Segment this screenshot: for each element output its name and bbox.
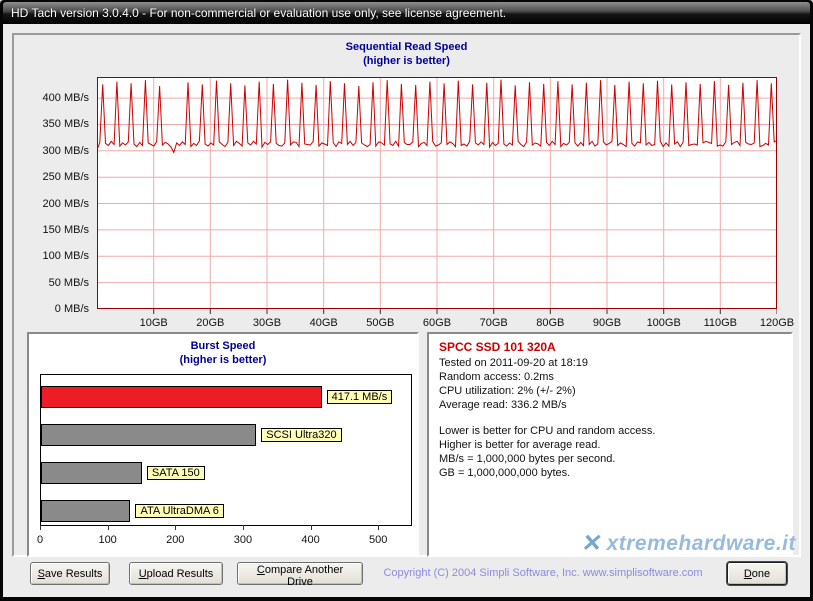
seq-x-tick-label: 20GB xyxy=(196,317,224,329)
burst-speed-panel: Burst Speed (higher is better) 417.1 MB/… xyxy=(27,332,419,557)
burst-bar-label: SATA 150 xyxy=(147,466,205,480)
burst-bar-label: SCSI Ultra320 xyxy=(261,428,341,442)
burst-chart-subtitle: (higher is better) xyxy=(29,354,417,366)
copyright-text: Copyright (C) 2004 Simpli Software, Inc.… xyxy=(363,567,723,579)
burst-chart-title: Burst Speed xyxy=(29,340,417,352)
seq-y-tick-label: 0 MB/s xyxy=(55,303,89,315)
burst-x-tick-label: 300 xyxy=(234,534,252,546)
seq-x-tick-label: 110GB xyxy=(704,317,737,329)
burst-x-tick xyxy=(175,525,176,530)
burst-bar xyxy=(41,424,256,446)
seq-x-tick-label: 40GB xyxy=(310,317,338,329)
window-title: HD Tach version 3.0.4.0 - For non-commer… xyxy=(3,6,506,20)
note-line: Higher is better for average read. xyxy=(439,438,781,452)
burst-x-tick xyxy=(243,525,244,530)
seq-y-tick-label: 150 MB/s xyxy=(43,224,89,236)
done-button[interactable]: Done xyxy=(727,562,787,585)
burst-x-tick xyxy=(311,525,312,530)
info-line: Average read: 336.2 MB/s xyxy=(439,398,781,412)
seq-y-tick-label: 100 MB/s xyxy=(43,250,89,262)
burst-bar-row: SATA 150 xyxy=(41,462,411,484)
burst-x-tick-label: 500 xyxy=(369,534,387,546)
drive-info-panel: SPCC SSD 101 320A Tested on 2011-09-20 a… xyxy=(427,332,793,557)
burst-x-tick-label: 200 xyxy=(166,534,184,546)
burst-bar xyxy=(41,386,322,408)
seq-x-tick-label: 120GB xyxy=(760,317,794,329)
seq-y-tick-label: 300 MB/s xyxy=(43,145,89,157)
seq-y-tick-label: 200 MB/s xyxy=(43,198,89,210)
burst-bar xyxy=(41,462,142,484)
burst-x-axis: 0 100 200 300 400 500 xyxy=(40,534,412,548)
seq-x-tick-label: 10GB xyxy=(140,317,168,329)
drive-name: SPCC SSD 101 320A xyxy=(439,340,781,354)
results-panel: Sequential Read Speed (higher is better)… xyxy=(12,33,801,557)
note-line: GB = 1,000,000,000 bytes. xyxy=(439,466,781,480)
info-line: CPU utilization: 2% (+/- 2%) xyxy=(439,384,781,398)
upload-results-button[interactable]: Upload Results xyxy=(129,562,223,585)
seq-x-tick-label: 50GB xyxy=(366,317,394,329)
burst-x-tick xyxy=(40,525,41,530)
sequential-x-axis: 10GB 20GB 30GB 40GB 50GB 60GB 70GB 80GB 90GB 100G… xyxy=(97,317,777,331)
seq-y-tick-label: 50 MB/s xyxy=(49,277,89,289)
burst-bar-label: ATA UltraDMA 6 xyxy=(135,504,223,518)
save-results-button[interactable]: Save Results xyxy=(30,562,110,585)
info-line: Tested on 2011-09-20 at 18:19 xyxy=(439,356,781,370)
compare-another-drive-button[interactable]: Compare Another Drive xyxy=(237,562,363,585)
seq-x-tick-label: 70GB xyxy=(480,317,508,329)
hd-tach-window: HD Tach version 3.0.4.0 - For non-commer… xyxy=(0,0,813,601)
burst-x-tick-label: 400 xyxy=(301,534,319,546)
burst-bar-row: SCSI Ultra320 xyxy=(41,424,411,446)
title-bar[interactable]: HD Tach version 3.0.4.0 - For non-commer… xyxy=(3,2,810,24)
burst-x-tick-label: 100 xyxy=(98,534,116,546)
burst-bar-row: 417.1 MB/s xyxy=(41,386,411,408)
burst-x-tick-label: 0 xyxy=(37,534,43,546)
burst-bar xyxy=(41,500,130,522)
burst-bar-row: ATA UltraDMA 6 xyxy=(41,500,411,522)
seq-y-tick-label: 400 MB/s xyxy=(43,92,89,104)
drive-stats: Tested on 2011-09-20 at 18:19Random acce… xyxy=(439,356,781,412)
info-notes: Lower is better for CPU and random acces… xyxy=(439,424,781,480)
seq-x-tick-label: 100GB xyxy=(647,317,681,329)
sequential-read-chart xyxy=(97,77,777,314)
info-line: Random access: 0.2ms xyxy=(439,370,781,384)
seq-x-tick-label: 80GB xyxy=(536,317,564,329)
seq-y-tick-label: 250 MB/s xyxy=(43,171,89,183)
burst-bar-chart: 417.1 MB/s SCSI Ultra320 SATA 150 ATA Ultra… xyxy=(40,374,412,526)
seq-y-tick-label: 350 MB/s xyxy=(43,118,89,130)
note-line: Lower is better for CPU and random acces… xyxy=(439,424,781,438)
burst-x-tick xyxy=(108,525,109,530)
burst-bar-label: 417.1 MB/s xyxy=(327,390,393,404)
sequential-y-axis: 400 MB/s 350 MB/s 300 MB/s 250 MB/s 200 MB/s… xyxy=(18,77,93,315)
sequential-chart-title: Sequential Read Speed xyxy=(14,41,799,53)
seq-x-tick-label: 90GB xyxy=(593,317,621,329)
sequential-chart-subtitle: (higher is better) xyxy=(14,55,799,67)
seq-x-tick-label: 30GB xyxy=(253,317,281,329)
seq-x-tick-label: 60GB xyxy=(423,317,451,329)
burst-x-tick xyxy=(378,525,379,530)
client-area: Sequential Read Speed (higher is better)… xyxy=(3,24,810,597)
note-line: MB/s = 1,000,000 bytes per second. xyxy=(439,452,781,466)
